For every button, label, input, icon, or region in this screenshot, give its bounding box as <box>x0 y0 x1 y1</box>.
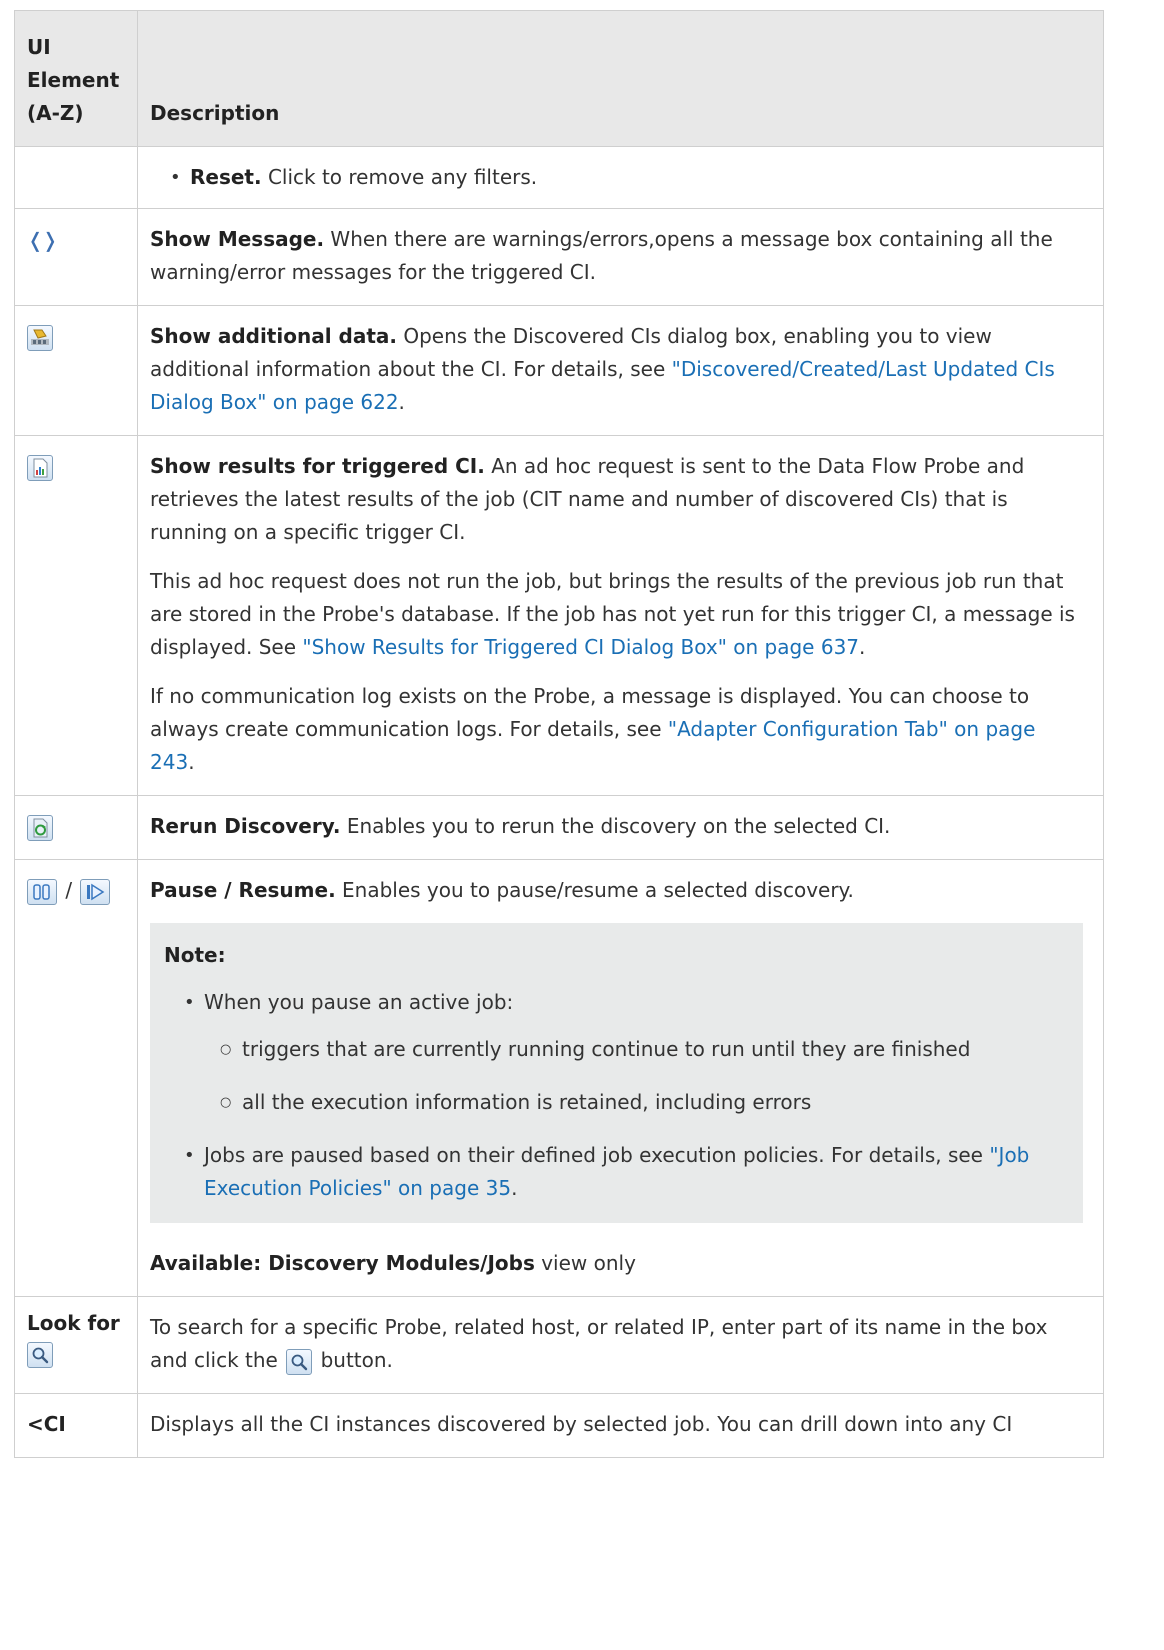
item-text: Jobs are paused based on their defined j… <box>204 1143 990 1167</box>
ui-element-cell <box>14 146 138 209</box>
header-line: (A-Z) <box>27 101 84 125</box>
item-text: . <box>188 750 195 774</box>
table-header-row: UI Element (A-Z) Description <box>14 10 1104 147</box>
description-cell: Pause / Resume. Enables you to pause/res… <box>137 859 1104 1297</box>
item-title: Pause / Resume. <box>150 878 336 902</box>
icon-separator: / <box>65 878 73 902</box>
item-title: Reset. <box>190 165 262 189</box>
item-text: Click to remove any filters. <box>261 165 538 189</box>
description-cell: Show additional data. Opens the Discover… <box>137 305 1104 436</box>
ci-label: <CI <box>27 1412 66 1436</box>
item-text: view only <box>534 1251 636 1275</box>
resume-icon[interactable] <box>80 878 111 905</box>
item-text: . <box>398 390 405 414</box>
item-title: Show Message. <box>150 227 325 251</box>
item-text: Enables you to pause/resume a selected d… <box>335 878 854 902</box>
pause-icon[interactable] <box>27 878 57 905</box>
header-description-text: Description <box>150 101 280 125</box>
paragraph: If no communication log exists on the Pr… <box>150 680 1083 779</box>
description-cell: Reset. Click to remove any filters. <box>137 146 1104 209</box>
header-description: Description <box>137 10 1104 147</box>
item-text: . <box>859 635 866 659</box>
item-text: Enables you to rerun the discovery on th… <box>340 814 891 838</box>
item-title: Show additional data. <box>150 324 397 348</box>
table-row: Look for To search for a specific Probe,… <box>14 1296 1104 1394</box>
glasses-icon[interactable]: ❬❭ <box>27 224 58 257</box>
sub-list-item: triggers that are currently running cont… <box>204 1033 1069 1066</box>
item-title: Rerun Discovery. <box>150 814 341 838</box>
table-row: Reset. Click to remove any filters. <box>14 146 1104 209</box>
table-row: / Pause / Resume. Enables you to pause/r… <box>14 859 1104 1297</box>
paragraph: Show results for triggered CI. An ad hoc… <box>150 450 1083 549</box>
header-line: Element <box>27 68 120 92</box>
note-box: Note: When you pause an active job: trig… <box>150 923 1083 1223</box>
item-text: button. <box>314 1348 393 1372</box>
description-cell: Rerun Discovery. Enables you to rerun th… <box>137 795 1104 860</box>
list-item: When you pause an active job: triggers t… <box>164 986 1069 1119</box>
available-label: Available: Discovery Modules/Jobs <box>150 1251 535 1275</box>
table-row: Show results for triggered CI. An ad hoc… <box>14 435 1104 796</box>
paragraph: Pause / Resume. Enables you to pause/res… <box>150 874 1083 907</box>
cross-reference-link[interactable]: "Show Results for Triggered CI Dialog Bo… <box>302 635 859 659</box>
ui-elements-table: UI Element (A-Z) Description Reset. Clic… <box>14 10 1104 1458</box>
header-ui-element: UI Element (A-Z) <box>14 10 138 147</box>
item-text: When you pause an active job: <box>204 990 514 1014</box>
search-button-icon[interactable] <box>286 1348 313 1375</box>
list-item: Reset. Click to remove any filters. <box>150 161 1083 194</box>
ui-element-cell: / <box>14 859 138 1297</box>
item-text: triggers that are currently running cont… <box>242 1037 971 1061</box>
description-cell: Show results for triggered CI. An ad hoc… <box>137 435 1104 796</box>
rerun-icon[interactable] <box>27 814 53 841</box>
ui-element-cell: ❬❭ <box>14 208 138 306</box>
item-text: To search for a specific Probe, related … <box>150 1315 1048 1372</box>
description-cell: Show Message. When there are warnings/er… <box>137 208 1104 306</box>
header-line: UI <box>27 35 51 59</box>
table-row: Rerun Discovery. Enables you to rerun th… <box>14 795 1104 860</box>
item-text: . <box>511 1176 518 1200</box>
table-row: ❬❭ Show Message. When there are warnings… <box>14 208 1104 306</box>
search-icon[interactable] <box>27 1341 53 1368</box>
paragraph: This ad hoc request does not run the job… <box>150 565 1083 664</box>
results-chart-icon[interactable] <box>27 454 53 481</box>
note-list: When you pause an active job: triggers t… <box>164 986 1069 1205</box>
ui-element-cell <box>14 435 138 796</box>
list-item: Jobs are paused based on their defined j… <box>164 1139 1069 1205</box>
description-cell: To search for a specific Probe, related … <box>137 1296 1104 1394</box>
note-title: Note: <box>164 943 226 967</box>
ui-element-cell <box>14 795 138 860</box>
ui-element-cell: <CI <box>14 1393 138 1458</box>
look-for-label: Look for <box>27 1311 120 1335</box>
item-text: all the execution information is retaine… <box>242 1090 812 1114</box>
paragraph: Available: Discovery Modules/Jobs view o… <box>150 1247 1083 1280</box>
table-row: Show additional data. Opens the Discover… <box>14 305 1104 436</box>
description-cell: Displays all the CI instances discovered… <box>137 1393 1104 1458</box>
sub-list-item: all the execution information is retaine… <box>204 1086 1069 1119</box>
ui-element-cell <box>14 305 138 436</box>
ui-element-cell: Look for <box>14 1296 138 1394</box>
item-title: Show results for triggered CI. <box>150 454 485 478</box>
item-text: Displays all the CI instances discovered… <box>150 1412 1013 1436</box>
additional-data-icon[interactable] <box>27 324 53 351</box>
table-row: <CI Displays all the CI instances discov… <box>14 1393 1104 1458</box>
sub-list: triggers that are currently running cont… <box>204 1033 1069 1119</box>
